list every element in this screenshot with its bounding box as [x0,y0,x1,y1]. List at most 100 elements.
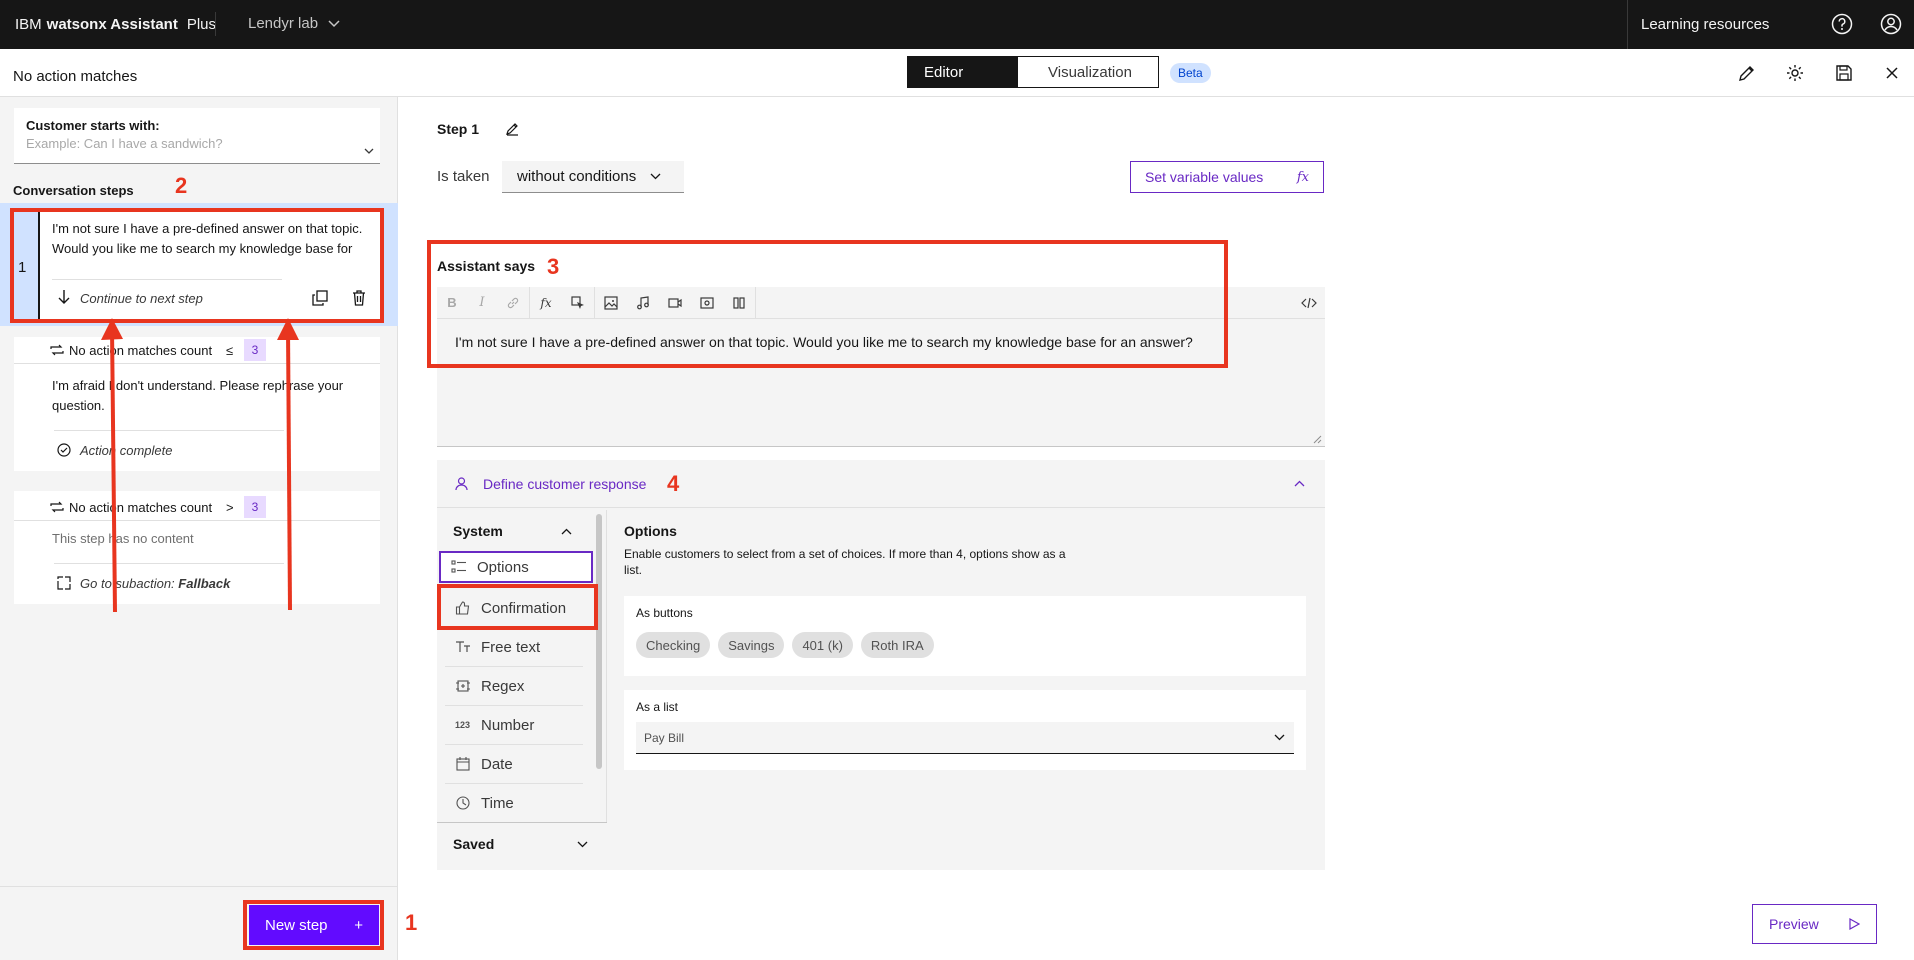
product-brand[interactable]: IBM watsonx Assistant Plus [15,16,216,33]
brand-plan: Plus [186,16,217,33]
new-step-button[interactable]: New step + [249,905,379,945]
divider [54,563,284,564]
plus-icon: + [354,916,363,934]
step-card: I'm not sure I have a pre-defined answer… [38,209,382,321]
button-pills: Checking Savings 401 (k) Roth IRA [636,632,942,658]
option-pill[interactable]: Savings [718,632,785,658]
thumbs-up-icon [455,601,470,615]
edit-icon[interactable] [505,121,520,136]
function-icon[interactable]: fx [530,287,562,319]
step-item-3[interactable]: 3 No action matches count > 3 This step … [0,491,398,604]
step-text: I'm not sure I have a pre-defined answer… [52,221,363,256]
response-type-regex[interactable]: Regex [445,667,583,706]
define-customer-response-label: Define customer response [483,476,647,492]
response-type-options[interactable]: Options [439,551,593,583]
workspace-name: Lendyr lab [248,15,319,32]
step-footer: Continue to next step [80,291,203,306]
customer-response-header[interactable]: Define customer response [437,460,1325,508]
workspace-switcher[interactable]: Lendyr lab [248,15,340,32]
as-list-label: As a list [636,700,679,714]
step-operator: ≤ [226,343,234,358]
code-view-icon[interactable] [1293,287,1325,319]
scrollbar[interactable] [596,514,602,769]
step-card: No action matches count ≤ 3 I'm afraid I… [14,337,380,471]
tab-editor[interactable]: Editor [908,57,1018,87]
step-condition: No action matches count [69,343,213,358]
close-icon[interactable] [1883,64,1901,82]
user-avatar-icon[interactable] [1880,13,1902,35]
video-icon[interactable] [659,287,691,319]
set-variable-values-button[interactable]: Set variable values fx [1130,161,1324,193]
link-icon[interactable] [497,287,529,319]
duplicate-icon[interactable] [312,290,328,306]
help-icon[interactable] [1831,13,1853,35]
options-preview-panel: Options Enable customers to select from … [608,510,1322,870]
step-item-2[interactable]: 2 No action matches count ≤ 3 I'm afraid… [0,337,398,471]
subaction-icon [57,576,71,590]
divider [14,363,380,364]
image-icon[interactable] [595,287,627,319]
saved-header: Saved [453,836,495,852]
chevron-up-icon[interactable] [561,528,572,535]
annotation-number-4: 4 [667,471,680,496]
divider [755,286,756,319]
divider [54,430,284,431]
list-select[interactable]: Pay Bill [636,722,1294,754]
italic-icon[interactable]: I [467,287,497,319]
settings-gear-icon[interactable] [1785,63,1805,83]
brand-ibm: IBM [15,16,42,33]
chevron-down-icon [1274,734,1285,741]
response-type-label: Confirmation [481,599,567,617]
list-select-value: Pay Bill [644,730,685,745]
action-title: No action matches [13,68,138,85]
response-type-free-text[interactable]: Free text [445,628,583,667]
divider [0,886,398,887]
response-type-label: Number [481,716,535,734]
response-type-label: Regex [481,677,525,695]
condition-select[interactable]: without conditions [502,161,684,193]
learning-resources-link[interactable]: Learning resources [1641,16,1769,33]
tab-visualization[interactable]: Visualization [1018,57,1158,87]
resize-handle-icon[interactable] [1313,435,1322,444]
bold-icon[interactable]: B [437,287,467,319]
play-icon [1849,918,1860,930]
edit-icon[interactable] [1737,63,1757,83]
response-type-time[interactable]: Time [445,784,583,823]
step-footer: Action complete [80,443,173,458]
step-footer-target: Fallback [178,576,231,591]
chevron-down-icon [328,19,340,27]
response-type-number[interactable]: 123 Number [445,706,583,745]
trash-icon[interactable] [352,290,366,306]
option-pill[interactable]: Checking [636,632,711,658]
option-pill[interactable]: 401 (k) [792,632,853,658]
tab-visualization-label: Visualization [1048,63,1132,81]
insert-variable-icon[interactable] [562,287,594,319]
audio-icon[interactable] [627,287,659,319]
as-list-card: As a list Pay Bill [624,690,1306,770]
annotation-arrow-right [277,318,299,611]
divider [1627,0,1628,49]
response-type-date[interactable]: Date [445,745,583,784]
customer-starts-field[interactable]: Customer starts with: Example: Can I hav… [14,108,380,164]
step-card: No action matches count > 3 This step ha… [14,491,380,604]
step-item-1[interactable]: 1 I'm not sure I have a pre-defined answ… [0,203,398,326]
assistant-response-editor[interactable]: B I fx I'm not sure I have a pre-defined… [437,286,1325,447]
arrow-down-icon [58,290,70,304]
system-header[interactable]: System [453,523,503,539]
columns-icon[interactable] [723,287,755,319]
save-icon[interactable] [1834,63,1854,83]
response-type-confirmation[interactable]: Confirmation [445,589,583,628]
iframe-icon[interactable] [691,287,723,319]
customer-starts-label: Customer starts with: [26,118,160,133]
user-icon [455,477,468,491]
regex-icon [456,680,470,692]
brand-product: watsonx Assistant [46,16,178,33]
options-title: Options [624,523,677,539]
option-pill[interactable]: Roth IRA [860,632,934,658]
preview-button[interactable]: Preview [1752,904,1877,944]
saved-section-header[interactable]: Saved [437,822,607,870]
divider [215,12,216,36]
is-taken-label: Is taken [437,168,490,185]
editor-toolbar: B I fx [437,286,1325,319]
checkmark-circle-icon [57,443,71,457]
